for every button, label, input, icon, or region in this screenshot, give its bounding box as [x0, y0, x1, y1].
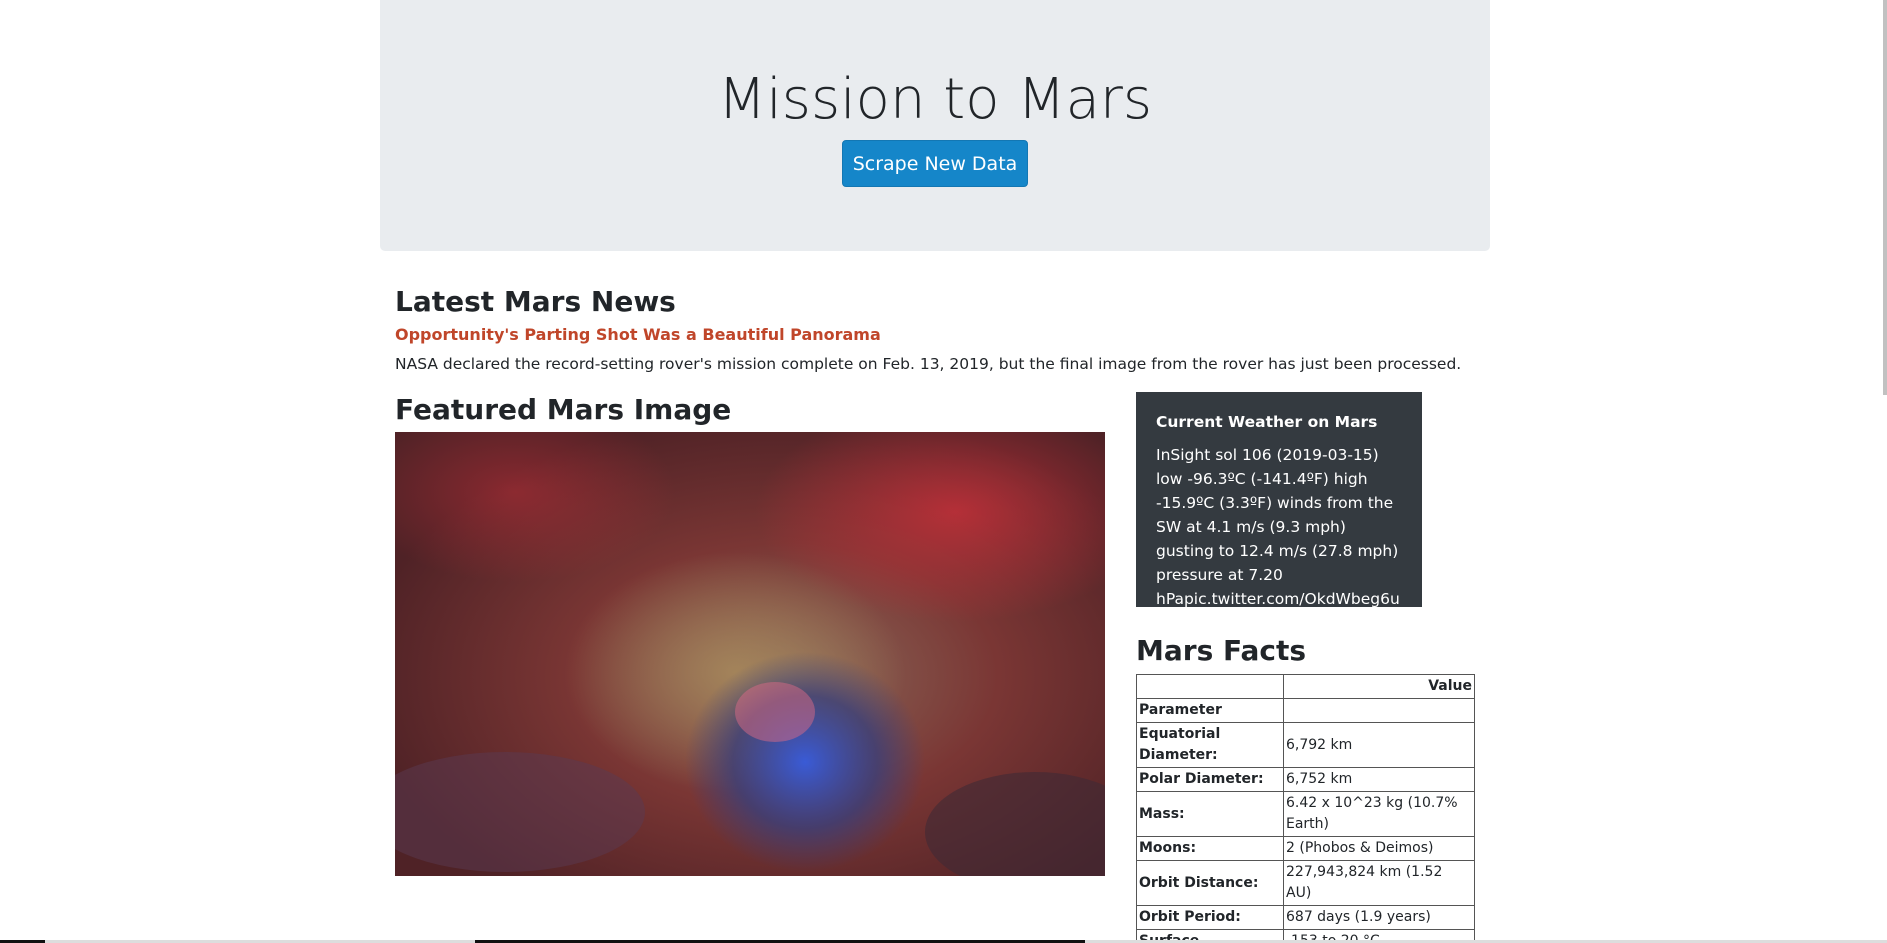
weather-card: Current Weather on Mars InSight sol 106 …: [1136, 392, 1422, 632]
weather-title: Current Weather on Mars: [1156, 413, 1378, 431]
page-title: Mission to Mars: [717, 67, 1153, 132]
table-header-row: Value: [1136, 674, 1475, 699]
fact-value: 2 (Phobos & Deimos): [1283, 836, 1475, 861]
scrape-new-data-button[interactable]: Scrape New Data: [842, 140, 1028, 187]
mars-facts-table: Value Parameter Equatorial Diameter: 6,7…: [1136, 674, 1475, 943]
table-row: Polar Diameter: 6,752 km: [1136, 767, 1475, 792]
page: Mission to Mars Scrape New Data Latest M…: [0, 0, 1887, 943]
table-header-blank: [1136, 674, 1284, 699]
fact-value: 6,752 km: [1283, 767, 1475, 792]
fact-label: Polar Diameter:: [1136, 767, 1284, 792]
table-row: Mass: 6.42 x 10^23 kg (10.7% Earth): [1136, 791, 1475, 837]
vertical-scrollbar[interactable]: [1883, 0, 1887, 395]
table-header-value: Value: [1283, 674, 1475, 699]
news-paragraph: NASA declared the record-setting rover's…: [395, 355, 1462, 373]
table-row: Moons: 2 (Phobos & Deimos): [1136, 836, 1475, 861]
news-headline-link[interactable]: Opportunity's Parting Shot Was a Beautif…: [395, 324, 881, 346]
latest-news-heading: Latest Mars News: [395, 285, 676, 318]
featured-image-heading: Featured Mars Image: [395, 393, 732, 426]
fact-value: 227,943,824 km (1.52 AU): [1283, 860, 1475, 906]
fact-label: Moons:: [1136, 836, 1284, 861]
table-row: Equatorial Diameter: 6,792 km: [1136, 722, 1475, 768]
table-header-blank: [1283, 698, 1475, 723]
fact-value: 6.42 x 10^23 kg (10.7% Earth): [1283, 791, 1475, 837]
table-row: Orbit Period: 687 days (1.9 years): [1136, 905, 1475, 930]
table-header-parameter: Parameter: [1136, 698, 1284, 723]
featured-mars-image: [395, 432, 1105, 876]
table-row: Orbit Distance: 227,943,824 km (1.52 AU): [1136, 860, 1475, 906]
weather-text: InSight sol 106 (2019-03-15) low -96.3ºC…: [1156, 446, 1400, 632]
mars-facts-heading: Mars Facts: [1136, 634, 1307, 667]
table-header-row: Parameter: [1136, 698, 1475, 723]
mars-crater-image: [395, 432, 1105, 876]
fact-value: 687 days (1.9 years): [1283, 905, 1475, 930]
fact-label: Mass:: [1136, 791, 1284, 837]
fact-label: Equatorial Diameter:: [1136, 722, 1284, 768]
jumbotron-header: Mission to Mars Scrape New Data: [380, 0, 1490, 251]
fact-label: Orbit Distance:: [1136, 860, 1284, 906]
fact-value: 6,792 km: [1283, 722, 1475, 768]
fact-label: Orbit Period:: [1136, 905, 1284, 930]
